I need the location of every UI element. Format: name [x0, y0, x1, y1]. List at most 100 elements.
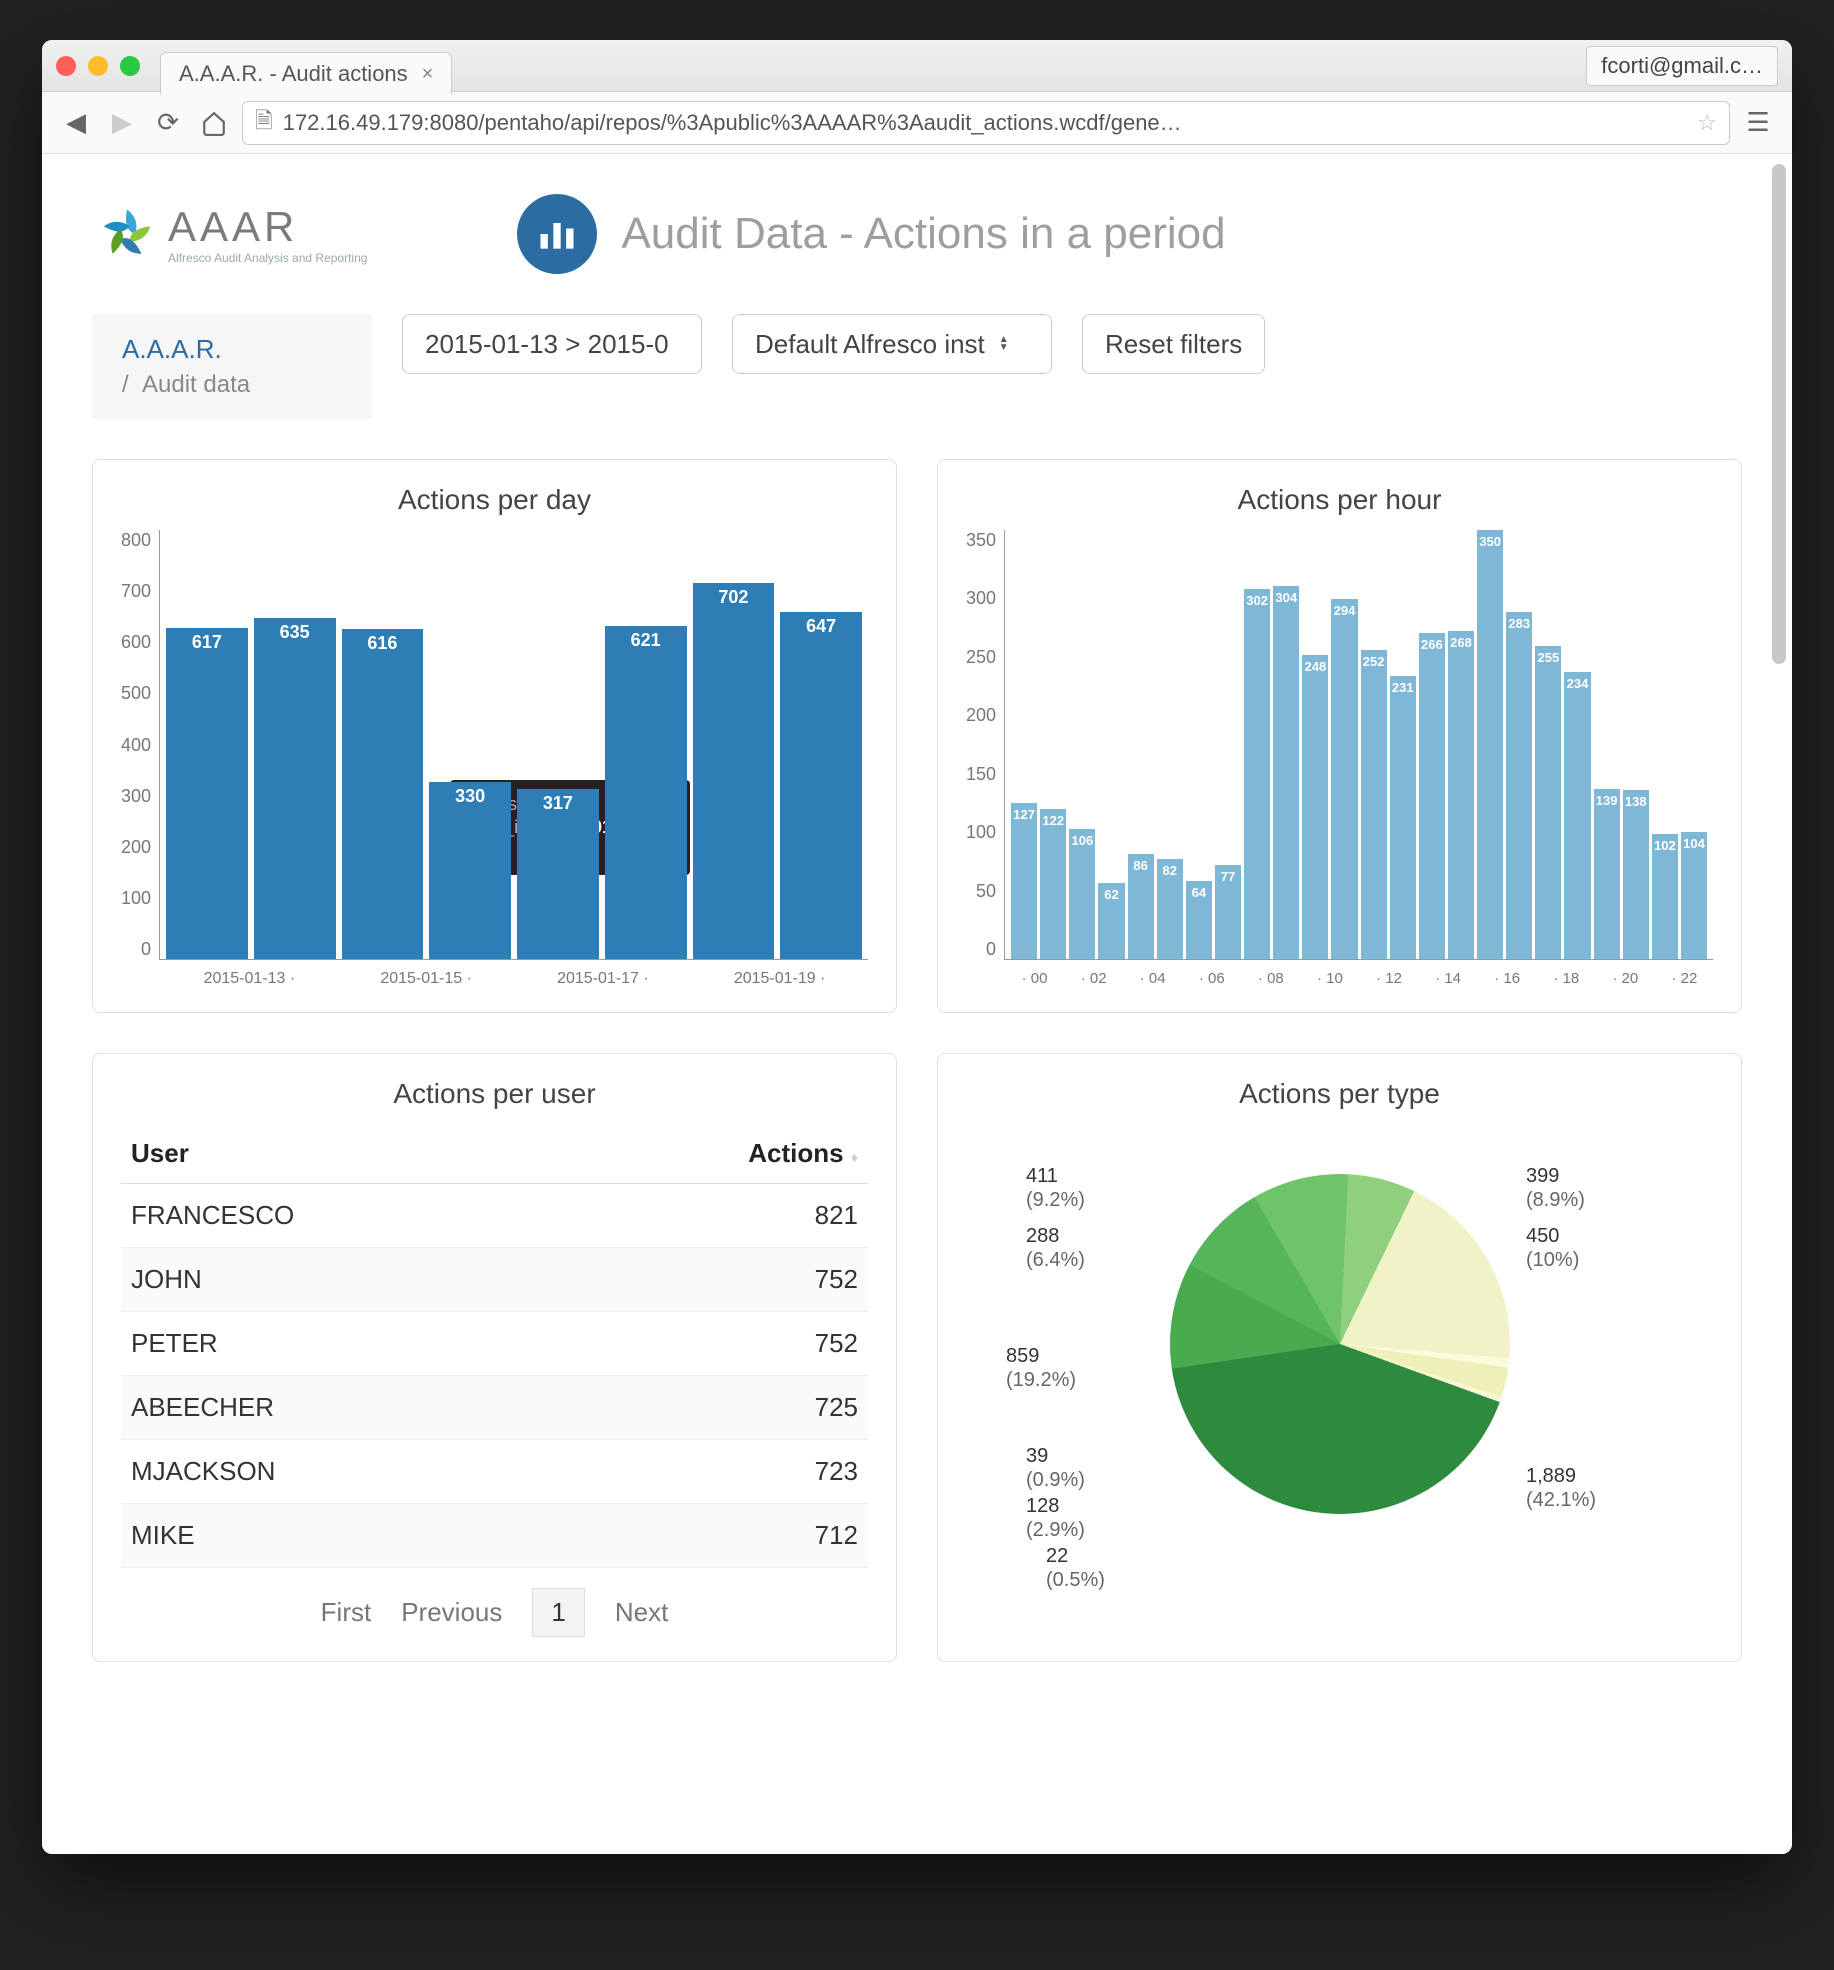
table-row[interactable]: ABEECHER725	[121, 1376, 868, 1440]
tab-title: A.A.A.R. - Audit actions	[179, 61, 408, 87]
chart-plot[interactable]: Seriesactions Date_id2015-01-16 Value⇕ 3…	[159, 530, 868, 960]
users-table: User Actions ♦ FRANCESCO821JOHN752PETER7…	[121, 1124, 868, 1568]
bar[interactable]: 252	[1361, 650, 1387, 959]
table-row[interactable]: JOHN752	[121, 1248, 868, 1312]
zoom-window-button[interactable]	[120, 56, 140, 76]
bar[interactable]: 304	[1273, 586, 1299, 959]
table-row[interactable]: MIKE712	[121, 1504, 868, 1568]
pie-label: 39(0.9%)	[1026, 1444, 1085, 1492]
address-bar[interactable]: 🗎 172.16.49.179:8080/pentaho/api/repos/%…	[242, 101, 1730, 145]
bar[interactable]: 139	[1594, 789, 1620, 959]
user-menu-button[interactable]: fcorti@gmail.c…	[1586, 46, 1778, 86]
bar[interactable]: 647	[780, 612, 862, 959]
bar[interactable]: 317	[517, 789, 599, 959]
cell-actions: 821	[558, 1184, 868, 1248]
filter-bar: A.A.A.R. / Audit data 2015-01-13 > 2015-…	[92, 314, 1742, 419]
forward-button[interactable]: ▶	[104, 105, 140, 141]
cell-user: MJACKSON	[121, 1440, 558, 1504]
bar[interactable]: 330	[429, 782, 511, 959]
cell-actions: 723	[558, 1440, 868, 1504]
table-row[interactable]: PETER752	[121, 1312, 868, 1376]
bar[interactable]: 77	[1215, 865, 1241, 959]
bar[interactable]: 106	[1069, 829, 1095, 959]
reload-button[interactable]: ⟳	[150, 105, 186, 141]
table-row[interactable]: MJACKSON723	[121, 1440, 868, 1504]
bar[interactable]: 231	[1390, 676, 1416, 959]
bar[interactable]: 104	[1681, 832, 1707, 959]
pager-next[interactable]: Next	[615, 1597, 668, 1628]
bar[interactable]: 635	[254, 618, 336, 959]
bar[interactable]: 283	[1506, 612, 1532, 959]
bar[interactable]: 255	[1535, 646, 1561, 959]
bar[interactable]: 82	[1157, 859, 1183, 960]
bar[interactable]: 268	[1448, 631, 1474, 959]
instance-select[interactable]: Default Alfresco inst ▲▼	[732, 314, 1052, 374]
chart-actions-per-day[interactable]: 8007006005004003002001000 Seriesactions …	[121, 530, 868, 960]
date-range-input[interactable]: 2015-01-13 > 2015-0	[402, 314, 702, 374]
pie-label: 22(0.5%)	[1046, 1544, 1105, 1592]
home-button[interactable]	[196, 105, 232, 141]
user-label: fcorti@gmail.c…	[1601, 53, 1763, 78]
bar[interactable]: 122	[1040, 809, 1066, 959]
col-user[interactable]: User	[121, 1124, 558, 1184]
bookmark-icon[interactable]: ☆	[1697, 110, 1717, 136]
bar[interactable]: 302	[1244, 589, 1270, 959]
pager-page[interactable]: 1	[532, 1588, 584, 1637]
page-content: AAAR Alfresco Audit Analysis and Reporti…	[42, 154, 1792, 1854]
card-actions-per-day: Actions per day 800700600500400300200100…	[92, 459, 897, 1013]
bar[interactable]: 266	[1419, 633, 1445, 959]
pie-label: 1,889(42.1%)	[1526, 1464, 1596, 1512]
bar[interactable]: 138	[1623, 790, 1649, 959]
site-info-icon[interactable]: 🗎	[255, 104, 273, 142]
bar[interactable]: 621	[605, 626, 687, 959]
bar[interactable]: 86	[1128, 854, 1154, 959]
close-window-button[interactable]	[56, 56, 76, 76]
browser-window: A.A.A.R. - Audit actions × fcorti@gmail.…	[42, 40, 1792, 1854]
pager-first[interactable]: First	[321, 1597, 372, 1628]
back-button[interactable]: ◀	[58, 105, 94, 141]
cell-user: MIKE	[121, 1504, 558, 1568]
y-axis: 8007006005004003002001000	[121, 530, 159, 960]
bar[interactable]: 102	[1652, 834, 1678, 959]
bar[interactable]: 62	[1098, 883, 1124, 959]
close-tab-icon[interactable]: ×	[422, 63, 434, 86]
bar[interactable]: 616	[342, 629, 424, 959]
col-actions[interactable]: Actions ♦	[558, 1124, 868, 1184]
bar[interactable]: 64	[1186, 881, 1212, 959]
bar[interactable]: 350	[1477, 530, 1503, 959]
bar[interactable]: 127	[1011, 803, 1037, 959]
bar[interactable]: 702	[693, 583, 775, 959]
pie-label: 399(8.9%)	[1526, 1164, 1585, 1212]
bar-chart-icon	[517, 194, 597, 274]
chart-actions-per-type[interactable]: 1,889(42.1%)450(10%)399(8.9%)411(9.2%)28…	[966, 1124, 1713, 1584]
reset-filters-button[interactable]: Reset filters	[1082, 314, 1265, 374]
breadcrumb-root[interactable]: A.A.A.R.	[122, 334, 342, 365]
pie-label: 859(19.2%)	[1006, 1344, 1076, 1392]
bar[interactable]: 248	[1302, 655, 1328, 959]
url-text: 172.16.49.179:8080/pentaho/api/repos/%3A…	[283, 110, 1182, 136]
pager-prev[interactable]: Previous	[401, 1597, 502, 1628]
titlebar: A.A.A.R. - Audit actions × fcorti@gmail.…	[42, 40, 1792, 92]
cell-actions: 712	[558, 1504, 868, 1568]
pie-label: 450(10%)	[1526, 1224, 1579, 1272]
chart-plot[interactable]: 1271221066286826477302304248294252231266…	[1004, 530, 1713, 960]
pie-chart[interactable]	[1170, 1174, 1510, 1514]
page-header: AAAR Alfresco Audit Analysis and Reporti…	[92, 194, 1742, 274]
browser-tab[interactable]: A.A.A.R. - Audit actions ×	[160, 52, 452, 95]
chart-actions-per-hour[interactable]: 350300250200150100500 127122106628682647…	[966, 530, 1713, 960]
breadcrumb-current: / Audit data	[122, 371, 342, 399]
logo-text: AAAR	[168, 203, 367, 251]
pie-label: 128(2.9%)	[1026, 1494, 1085, 1542]
bar[interactable]: 294	[1331, 599, 1357, 959]
bar[interactable]: 234	[1564, 672, 1590, 959]
title-block: Audit Data - Actions in a period	[517, 194, 1225, 274]
scrollbar-thumb[interactable]	[1772, 164, 1786, 664]
minimize-window-button[interactable]	[88, 56, 108, 76]
bar[interactable]: 617	[166, 628, 248, 959]
chevrons-icon: ▲▼	[999, 336, 1009, 352]
card-actions-per-hour: Actions per hour 350300250200150100500 1…	[937, 459, 1742, 1013]
menu-button[interactable]: ☰	[1740, 105, 1776, 141]
cell-user: JOHN	[121, 1248, 558, 1312]
table-row[interactable]: FRANCESCO821	[121, 1184, 868, 1248]
logo: AAAR Alfresco Audit Analysis and Reporti…	[92, 199, 367, 269]
